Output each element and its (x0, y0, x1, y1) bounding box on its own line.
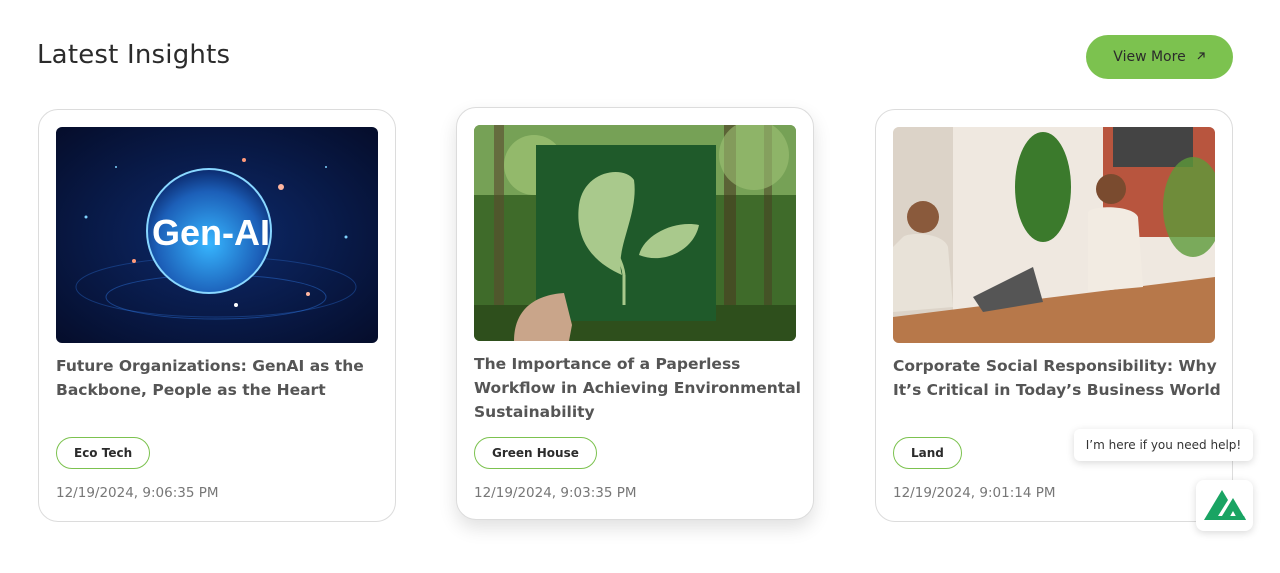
card-title[interactable]: The Importance of a Paperless Workflow i… (474, 352, 804, 424)
genai-globe-image[interactable]: Gen-AI (56, 127, 378, 343)
card-title[interactable]: Corporate Social Responsibility: Why It’… (893, 354, 1223, 402)
help-bubble[interactable]: I’m here if you need help! (1074, 429, 1253, 461)
chat-logo-icon (1200, 486, 1250, 526)
paper-leaf-forest-image[interactable] (474, 125, 796, 341)
card-tag[interactable]: Eco Tech (56, 437, 151, 469)
view-more-label: View More (1113, 49, 1186, 65)
card-title[interactable]: Future Organizations: GenAI as the Backb… (56, 354, 386, 402)
office-meeting-image[interactable] (893, 127, 1215, 343)
card-tag[interactable]: Land (893, 437, 962, 469)
section-title: Latest Insights (37, 40, 231, 70)
arrow-up-right-icon (1196, 50, 1206, 64)
chat-launcher-button[interactable] (1196, 480, 1253, 531)
genai-image-text: Gen-AI (152, 212, 270, 253)
view-more-button[interactable]: View More (1086, 35, 1233, 79)
card-date: 12/19/2024, 9:03:35 PM (474, 485, 637, 501)
card-date: 12/19/2024, 9:06:35 PM (56, 485, 219, 501)
card-tag[interactable]: Green House (474, 437, 597, 469)
insight-card-genai[interactable]: Gen-AI Future Organizations: GenAI as th… (38, 109, 396, 522)
card-date: 12/19/2024, 9:01:14 PM (893, 485, 1056, 501)
insight-card-paperless[interactable]: The Importance of a Paperless Workflow i… (456, 107, 814, 520)
